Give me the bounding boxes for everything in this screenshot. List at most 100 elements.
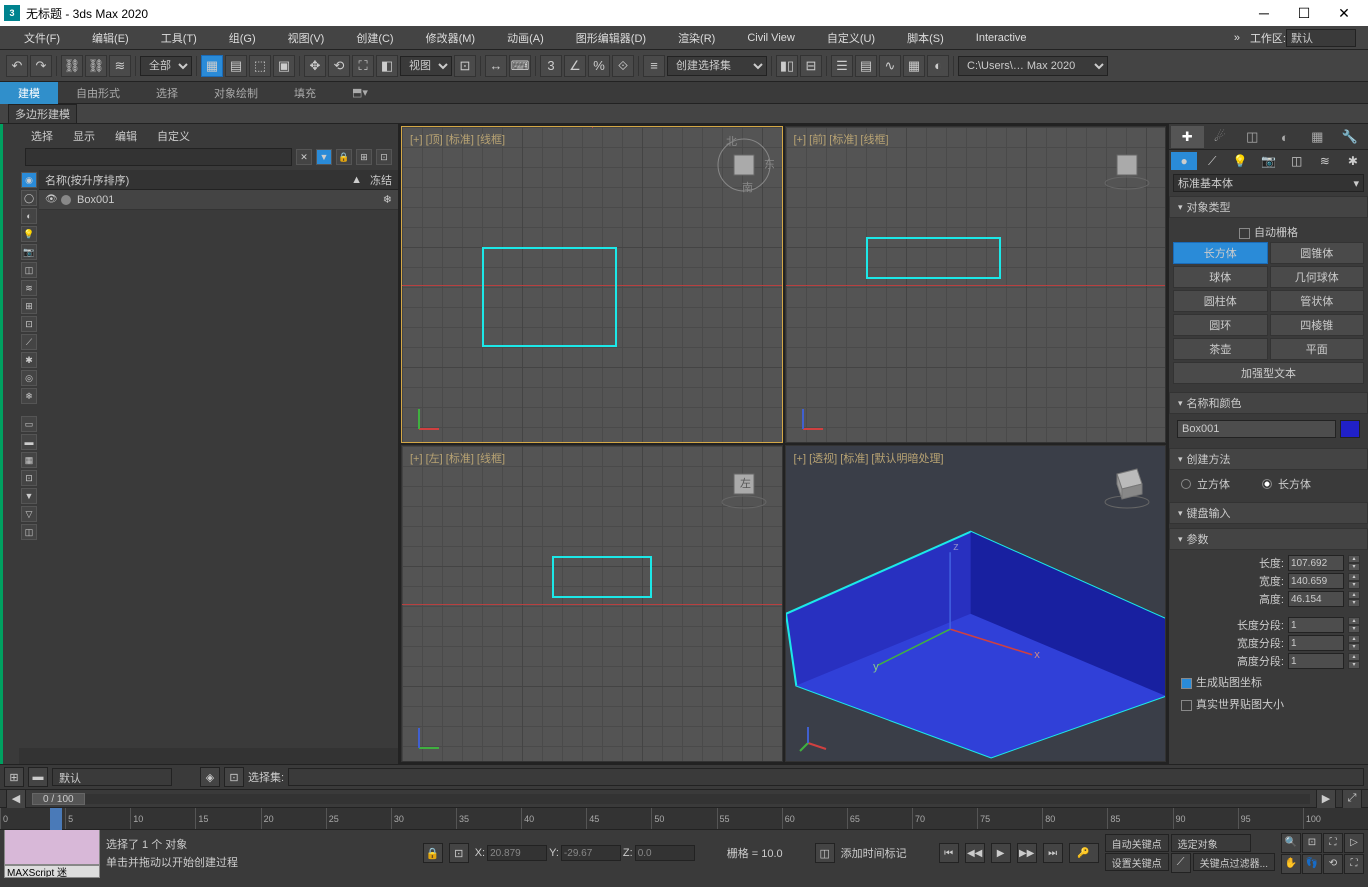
menu-tools[interactable]: 工具(T) bbox=[145, 30, 213, 46]
menu-more-icon[interactable]: » bbox=[1228, 32, 1246, 44]
layer-explorer-button[interactable]: ☰ bbox=[831, 55, 853, 77]
menu-customize[interactable]: 自定义(U) bbox=[811, 30, 891, 46]
window-crossing-icon[interactable]: ▣ bbox=[273, 55, 295, 77]
obj-torus[interactable]: 圆环 bbox=[1173, 314, 1268, 336]
redo-button[interactable]: ↷ bbox=[30, 55, 52, 77]
se-sort-icon[interactable]: ▲ bbox=[351, 174, 362, 186]
close-button[interactable]: ✕ bbox=[1324, 0, 1364, 26]
vp-left-label[interactable]: [+] [左] [标准] [线框] bbox=[410, 450, 505, 466]
key-fk-icon[interactable]: ⟋ bbox=[1171, 853, 1191, 873]
spinner-snap-button[interactable]: ⟐ bbox=[612, 55, 634, 77]
ribbon-selection[interactable]: 选择 bbox=[138, 82, 196, 104]
selection-filter[interactable]: 全部 bbox=[140, 56, 192, 76]
se-tab-select[interactable]: 选择 bbox=[27, 128, 57, 144]
toggle-ribbon-button[interactable]: ▤ bbox=[855, 55, 877, 77]
vp-top-label[interactable]: [+] [顶] [标准] [线框] bbox=[410, 131, 505, 147]
key-filter-button[interactable]: 关键点过滤器... bbox=[1193, 853, 1275, 871]
spinner-icon[interactable]: ▴▾ bbox=[1348, 653, 1360, 669]
se-v2[interactable]: ▬ bbox=[21, 434, 37, 450]
zoom-all-icon[interactable]: ⊡ bbox=[1302, 833, 1322, 853]
se-f-shape[interactable]: ◐ bbox=[21, 208, 37, 224]
viewcube-icon[interactable]: 北东南 bbox=[714, 135, 774, 195]
se-tab-edit[interactable]: 编辑 bbox=[111, 128, 141, 144]
real-uv-check[interactable] bbox=[1181, 700, 1192, 711]
time-thumb[interactable]: 0 / 100 bbox=[32, 793, 85, 805]
workspace-select[interactable] bbox=[1286, 29, 1356, 47]
se-more-icon[interactable]: ⊡ bbox=[376, 149, 392, 165]
freeze-icon[interactable]: ❄ bbox=[383, 193, 392, 206]
vp-layout2-icon[interactable]: ▬ bbox=[28, 767, 48, 787]
ribbon-populate[interactable]: 填充 bbox=[276, 82, 334, 104]
percent-snap-button[interactable]: % bbox=[588, 55, 610, 77]
vp-front-label[interactable]: [+] [前] [标准] [线框] bbox=[794, 131, 889, 147]
roll-keyboard-entry[interactable]: 键盘输入 bbox=[1169, 502, 1368, 524]
se-f-cat[interactable]: ✱ bbox=[21, 352, 37, 368]
viewcube-icon[interactable]: 左 bbox=[714, 454, 774, 514]
material-editor-button[interactable]: ◐ bbox=[927, 55, 949, 77]
pivot-button[interactable]: ⊡ bbox=[454, 55, 476, 77]
viewport-top[interactable]: [+] [顶] [标准] [线框] 北东南 bbox=[401, 126, 783, 443]
radio-box[interactable] bbox=[1262, 479, 1272, 489]
roll-name-color[interactable]: 名称和颜色 bbox=[1169, 392, 1368, 414]
rotate-button[interactable]: ⟲ bbox=[328, 55, 350, 77]
cp-sub-light[interactable]: 💡 bbox=[1227, 152, 1253, 170]
select-button[interactable]: ▦ bbox=[201, 55, 223, 77]
menu-render[interactable]: 渲染(R) bbox=[662, 30, 731, 46]
layer-dropdown[interactable]: 默认 bbox=[52, 768, 172, 786]
se-f-hidden[interactable]: ◎ bbox=[21, 370, 37, 386]
cp-category-dropdown[interactable]: 标准基本体▾ bbox=[1173, 174, 1364, 192]
keyboard-shortcut-button[interactable]: ⌨ bbox=[509, 55, 531, 77]
width-input[interactable] bbox=[1288, 573, 1344, 589]
menu-animation[interactable]: 动画(A) bbox=[491, 30, 560, 46]
zoom-ext-icon[interactable]: ⛶ bbox=[1323, 833, 1343, 853]
se-col-freeze[interactable]: 冻结 bbox=[370, 172, 392, 188]
se-v7[interactable]: ◫ bbox=[21, 524, 37, 540]
cp-hierarchy-tab[interactable]: ◫ bbox=[1236, 126, 1269, 148]
spinner-icon[interactable]: ▴▾ bbox=[1348, 573, 1360, 589]
move-button[interactable]: ✥ bbox=[304, 55, 326, 77]
viewcube-icon[interactable] bbox=[1097, 454, 1157, 514]
se-v4[interactable]: ⊡ bbox=[21, 470, 37, 486]
object-name-input[interactable] bbox=[1177, 420, 1336, 438]
se-f-group[interactable]: ⊞ bbox=[21, 298, 37, 314]
track-expand-icon[interactable]: ⤢ bbox=[1342, 789, 1362, 809]
se-clear-icon[interactable]: ✕ bbox=[296, 149, 312, 165]
menu-group[interactable]: 组(G) bbox=[213, 30, 272, 46]
obj-geosphere[interactable]: 几何球体 bbox=[1270, 266, 1365, 288]
se-f-light[interactable]: 💡 bbox=[21, 226, 37, 242]
schematic-button[interactable]: ▦ bbox=[903, 55, 925, 77]
setkey-button[interactable]: 设置关键点 bbox=[1105, 853, 1169, 871]
selection-set-dropdown[interactable]: 创建选择集 bbox=[667, 56, 767, 76]
time-ruler[interactable]: 0510152025303540455055606570758085909510… bbox=[0, 808, 1368, 830]
viewport-perspective[interactable]: [+] [透视] [标准] [默认明暗处理] x y z bbox=[785, 445, 1167, 762]
se-v6[interactable]: ▽ bbox=[21, 506, 37, 522]
align-button[interactable]: ⊟ bbox=[800, 55, 822, 77]
obj-cylinder[interactable]: 圆柱体 bbox=[1173, 290, 1268, 312]
bind-button[interactable]: ≋ bbox=[109, 55, 131, 77]
se-f-xref[interactable]: ⊡ bbox=[21, 316, 37, 332]
obj-teapot[interactable]: 茶壶 bbox=[1173, 338, 1268, 360]
viewport-left[interactable]: [+] [左] [标准] [线框] 左 bbox=[401, 445, 783, 762]
roll-creation-method[interactable]: 创建方法 bbox=[1169, 448, 1368, 470]
cp-create-tab[interactable]: ✚ bbox=[1171, 126, 1204, 148]
sel-obj-dropdown[interactable]: 选定对象 bbox=[1171, 834, 1251, 852]
fov-icon[interactable]: ▷ bbox=[1344, 833, 1364, 853]
cp-sub-sys[interactable]: ✱ bbox=[1340, 152, 1366, 170]
coord-x[interactable] bbox=[487, 845, 547, 861]
menu-edit[interactable]: 编辑(E) bbox=[76, 30, 145, 46]
spinner-icon[interactable]: ▴▾ bbox=[1348, 635, 1360, 651]
max-vp-icon[interactable]: ⛶ bbox=[1344, 854, 1364, 874]
height-input[interactable] bbox=[1288, 591, 1344, 607]
roll-object-type[interactable]: 对象类型 bbox=[1169, 196, 1368, 218]
spinner-icon[interactable]: ▴▾ bbox=[1348, 591, 1360, 607]
se-tab-custom[interactable]: 自定义 bbox=[153, 128, 194, 144]
time-next-icon[interactable]: ▶ bbox=[1316, 789, 1336, 809]
time-slider[interactable]: 0 / 100 bbox=[32, 794, 1310, 804]
project-path[interactable]: C:\Users\… Max 2020 bbox=[958, 56, 1108, 76]
scale-button[interactable]: ⛶ bbox=[352, 55, 374, 77]
curve-editor-button[interactable]: ∿ bbox=[879, 55, 901, 77]
menu-file[interactable]: 文件(F) bbox=[8, 30, 76, 46]
selset-dropdown[interactable] bbox=[288, 768, 1364, 786]
se-col-name[interactable]: 名称(按升序排序) bbox=[45, 172, 351, 188]
placement-button[interactable]: ◧ bbox=[376, 55, 398, 77]
